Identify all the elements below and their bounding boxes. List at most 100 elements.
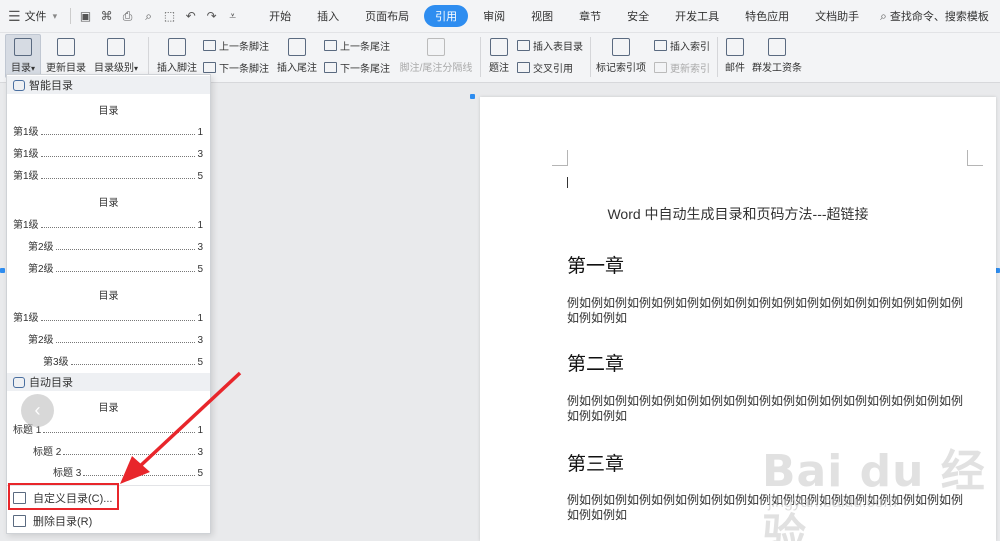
next-footnote-button[interactable]: 下一条脚注 (203, 60, 269, 75)
mail-button[interactable]: 邮件 (723, 38, 747, 74)
chapter-heading: 第二章 (567, 353, 625, 375)
prev-footnote-button[interactable]: 上一条脚注 (203, 38, 269, 53)
chapter-body: 例如例如例如例如例如例如例如例如例如例如例如例如例如例如例如例如例如例如例如 (567, 394, 964, 423)
export-pdf-icon[interactable]: ⬚ (160, 6, 179, 26)
update-toc-button[interactable]: 更新目录 (45, 38, 87, 74)
margin-marker (967, 150, 983, 166)
print-icon[interactable]: ⎙ (118, 6, 137, 26)
toc-entry-page: 3 (197, 447, 203, 458)
back-arrow-icon[interactable]: ‹ (21, 394, 54, 427)
chapter-heading: 第一章 (567, 255, 625, 277)
auto-toc-icon (13, 376, 25, 388)
annotation-highlight-box (8, 483, 119, 510)
ribbon-tabs: 开始 插入 页面布局 引用 审阅 视图 章节 安全 开发工具 特色应用 文档助手 (258, 5, 874, 27)
menu-bar: ☰ 文件 ▾ ▣ ⌘ ⎙ ⌕ ⬚ ↶ ↷ ⩡ 开始 插入 页面布局 引用 审阅 … (0, 0, 1000, 33)
caption-button[interactable]: 题注 (487, 38, 511, 74)
insert-footnote-button[interactable]: 插入脚注 (156, 38, 198, 74)
insert-endnote-label: 插入尾注 (277, 63, 317, 74)
smart-toc-icon (13, 79, 25, 91)
caption-label: 题注 (489, 63, 509, 74)
format-painter-icon[interactable]: ⌘ (97, 6, 116, 26)
toc-entry-page: 5 (197, 171, 203, 182)
margin-marker (552, 150, 568, 166)
auto-toc-header-label: 自动目录 (29, 377, 73, 389)
endnote-icon (288, 38, 306, 56)
toc-preview-line: 第1级 1 (13, 216, 203, 231)
toc-preview-line: 第1级 1 (13, 309, 203, 324)
print-preview-icon[interactable]: ⌕ (139, 6, 158, 26)
toc-preview-line: 标题 2 3 (33, 443, 203, 458)
toc-entry-label: 第3级 (43, 357, 69, 368)
table-of-figures-icon (517, 40, 530, 51)
prev-endnote-button[interactable]: 上一条尾注 (324, 38, 390, 53)
delete-toc-menu-item[interactable]: 删除目录(R) (13, 513, 92, 529)
toc-entry-page: 3 (197, 335, 203, 346)
leader-dots (40, 156, 196, 157)
chevron-down-icon: ▾ (52, 10, 58, 21)
toc-entry-page: 5 (197, 264, 203, 275)
command-search[interactable]: ⌕ 查找命令、搜索模板 (880, 8, 989, 24)
prev-footnote-icon (203, 40, 216, 51)
mail-icon (726, 38, 744, 56)
file-menu-label: 文件 (24, 11, 47, 23)
toc-entry-label: 第2级 (28, 264, 54, 275)
divider (70, 8, 72, 24)
insert-table-of-figures-button[interactable]: 插入表目录 (517, 38, 583, 53)
tab-features[interactable]: 特色应用 (734, 5, 800, 27)
insert-table-of-figures-label: 插入表目录 (533, 42, 583, 53)
toc-entry-page: 1 (197, 127, 203, 138)
tab-developer[interactable]: 开发工具 (664, 5, 730, 27)
note-separator-label: 脚注/尾注分隔线 (399, 63, 473, 74)
cross-reference-button[interactable]: 交叉引用 (517, 60, 573, 75)
divider (148, 37, 149, 77)
toc-entry-label: 第1级 (13, 127, 39, 138)
toc-entry-page: 5 (197, 468, 203, 479)
leader-dots (70, 364, 196, 365)
auto-toc-header: 自动目录 (7, 373, 210, 391)
mark-index-entry-button[interactable]: 标记索引项 (596, 38, 646, 74)
insert-index-button[interactable]: 插入索引 (654, 38, 710, 53)
tab-section[interactable]: 章节 (568, 5, 612, 27)
next-endnote-label: 下一条尾注 (340, 64, 390, 75)
mail-label: 邮件 (725, 63, 745, 74)
file-menu[interactable]: ☰ 文件 ▾ (8, 8, 57, 25)
tab-page-layout[interactable]: 页面布局 (354, 5, 420, 27)
tab-insert[interactable]: 插入 (306, 5, 350, 27)
divider (590, 37, 591, 77)
tab-references[interactable]: 引用 (424, 5, 469, 27)
toc-entry-page: 1 (197, 313, 203, 324)
prev-endnote-label: 上一条尾注 (340, 42, 390, 53)
toc-button[interactable]: 目录▾ (8, 38, 38, 74)
toc-icon (14, 38, 32, 56)
customize-icon[interactable]: ⩡ (223, 6, 242, 26)
caption-icon (490, 38, 508, 56)
payroll-icon (768, 38, 786, 56)
leader-dots (55, 271, 196, 272)
update-index-button: 更新索引 (654, 60, 710, 75)
selection-handle[interactable] (0, 268, 5, 273)
tab-doc-assistant[interactable]: 文档助手 (804, 5, 870, 27)
toc-preview-title: 目录 (98, 198, 119, 209)
separator-icon (427, 38, 445, 56)
leader-dots (40, 320, 196, 321)
tab-security[interactable]: 安全 (616, 5, 660, 27)
redo-icon[interactable]: ↷ (202, 6, 221, 26)
tab-review[interactable]: 审阅 (472, 5, 516, 27)
insert-endnote-button[interactable]: 插入尾注 (276, 38, 318, 74)
selection-handle[interactable] (470, 94, 475, 99)
mass-payroll-label: 群发工资条 (752, 63, 802, 74)
tab-home[interactable]: 开始 (258, 5, 302, 27)
toc-preview-title: 目录 (98, 106, 119, 117)
divider (480, 37, 481, 77)
toc-level-icon (107, 38, 125, 56)
next-endnote-button[interactable]: 下一条尾注 (324, 60, 390, 75)
toc-level-label: 目录级别 (93, 63, 134, 74)
toc-entry-label: 标题 2 (33, 447, 62, 458)
save-icon[interactable]: ▣ (76, 6, 95, 26)
cross-reference-label: 交叉引用 (533, 64, 573, 75)
tab-view[interactable]: 视图 (520, 5, 564, 27)
mass-payroll-button[interactable]: 群发工资条 (752, 38, 802, 74)
toc-entry-page: 1 (197, 220, 203, 231)
toc-level-button[interactable]: 目录级别▾ (92, 38, 140, 74)
undo-icon[interactable]: ↶ (181, 6, 200, 26)
